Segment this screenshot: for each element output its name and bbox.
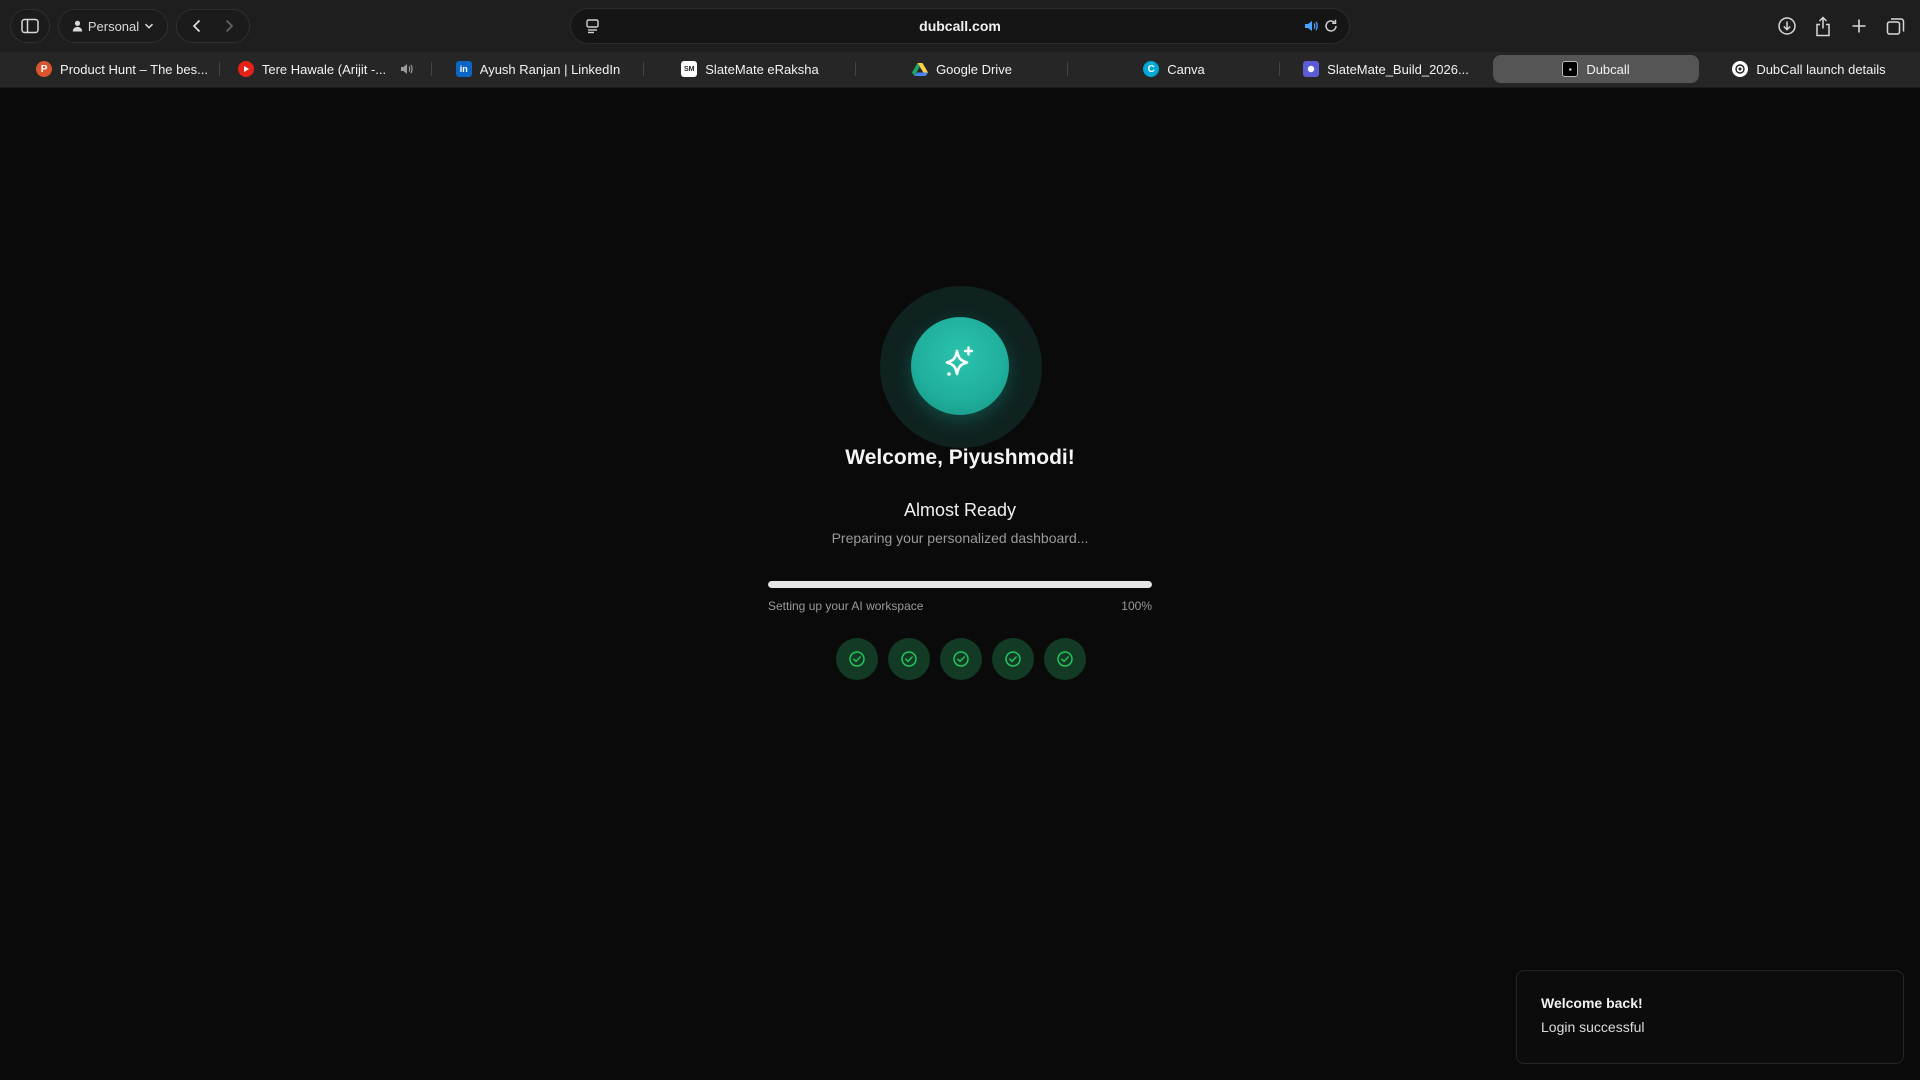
chevron-right-icon bbox=[225, 19, 234, 33]
check-circle-icon bbox=[901, 651, 917, 667]
progress-label: Setting up your AI workspace bbox=[768, 599, 924, 613]
profile-button[interactable]: Personal bbox=[58, 9, 168, 43]
url-text: dubcall.com bbox=[919, 18, 1001, 34]
browser-toolbar: Personal dubcall.com bbox=[0, 0, 1920, 52]
status-subtitle: Preparing your personalized dashboard... bbox=[831, 530, 1089, 546]
check-circle-icon bbox=[1057, 651, 1073, 667]
downloads-icon[interactable] bbox=[1776, 14, 1798, 38]
back-button[interactable] bbox=[181, 11, 213, 41]
chevron-down-icon bbox=[144, 22, 154, 30]
check-circle-icon bbox=[953, 651, 969, 667]
progress-bar bbox=[768, 581, 1152, 588]
setup-steps bbox=[836, 638, 1086, 680]
tab-slatemate-build[interactable]: SlateMate_Build_2026... bbox=[1280, 55, 1492, 83]
tab-label: Tere Hawale (Arijit -... bbox=[261, 61, 387, 77]
tab-label: Canva bbox=[1167, 61, 1205, 77]
sidebar-toggle-button[interactable] bbox=[10, 9, 50, 43]
progress-bar-fill bbox=[768, 581, 1152, 588]
dubcall-icon: ▪ bbox=[1562, 61, 1579, 77]
toast-title: Welcome back! bbox=[1541, 995, 1643, 1011]
progress-percent: 100% bbox=[1121, 599, 1152, 613]
slatemate-icon: SM bbox=[681, 61, 698, 77]
speaker-icon[interactable] bbox=[400, 63, 414, 75]
step-complete-indicator bbox=[992, 638, 1034, 680]
tab-product-hunt[interactable]: P Product Hunt – The bes... bbox=[24, 55, 220, 83]
canva-icon: C bbox=[1143, 61, 1160, 77]
tab-label: DubCall launch details bbox=[1756, 61, 1886, 77]
toast-message: Login successful bbox=[1541, 1019, 1645, 1035]
new-tab-icon[interactable] bbox=[1848, 14, 1870, 38]
navigation-buttons bbox=[176, 9, 250, 43]
chevron-left-icon bbox=[192, 19, 201, 33]
product-hunt-icon: P bbox=[36, 61, 53, 77]
youtube-icon bbox=[237, 61, 254, 77]
check-circle-icon bbox=[1005, 651, 1021, 667]
step-complete-indicator bbox=[940, 638, 982, 680]
tab-strip: P Product Hunt – The bes... Tere Hawale … bbox=[0, 52, 1920, 88]
tab-overview-icon[interactable] bbox=[1884, 14, 1906, 38]
address-bar[interactable]: dubcall.com bbox=[570, 8, 1350, 44]
tab-dubcall-launch[interactable]: DubCall launch details bbox=[1704, 55, 1914, 83]
tab-dubcall[interactable]: ▪ Dubcall bbox=[1493, 55, 1699, 83]
tab-label: Ayush Ranjan | LinkedIn bbox=[479, 61, 621, 77]
tab-label: Google Drive bbox=[936, 61, 1012, 77]
toolbar-actions bbox=[1776, 14, 1906, 38]
step-complete-indicator bbox=[836, 638, 878, 680]
chatgpt-icon bbox=[1732, 61, 1749, 77]
forward-button[interactable] bbox=[213, 11, 245, 41]
reload-icon[interactable] bbox=[1323, 18, 1339, 39]
tab-label: Dubcall bbox=[1586, 61, 1630, 77]
profile-label: Personal bbox=[87, 18, 140, 34]
google-drive-icon bbox=[912, 61, 929, 77]
file-icon bbox=[1303, 61, 1320, 77]
tab-slatemate-eraksha[interactable]: SM SlateMate eRaksha bbox=[644, 55, 856, 83]
sidebar-icon bbox=[21, 18, 39, 34]
tab-linkedin[interactable]: in Ayush Ranjan | LinkedIn bbox=[432, 55, 644, 83]
loader-orb bbox=[911, 317, 1009, 415]
person-icon bbox=[72, 20, 83, 32]
linkedin-icon: in bbox=[455, 61, 472, 77]
step-complete-indicator bbox=[888, 638, 930, 680]
audio-playing-icon[interactable] bbox=[1303, 18, 1319, 39]
check-circle-icon bbox=[849, 651, 865, 667]
tab-label: SlateMate_Build_2026... bbox=[1327, 61, 1469, 77]
toast-notification[interactable]: Welcome back! Login successful bbox=[1516, 970, 1904, 1064]
tab-youtube[interactable]: Tere Hawale (Arijit -... bbox=[220, 55, 432, 83]
welcome-heading: Welcome, Piyushmodi! bbox=[845, 446, 1075, 469]
tab-google-drive[interactable]: Google Drive bbox=[856, 55, 1068, 83]
tab-canva[interactable]: C Canva bbox=[1068, 55, 1280, 83]
step-complete-indicator bbox=[1044, 638, 1086, 680]
tab-label: Product Hunt – The bes... bbox=[60, 61, 208, 77]
status-title: Almost Ready bbox=[903, 500, 1017, 520]
share-icon[interactable] bbox=[1812, 14, 1834, 38]
tab-label: SlateMate eRaksha bbox=[705, 61, 819, 77]
sparkle-icon bbox=[938, 342, 982, 391]
